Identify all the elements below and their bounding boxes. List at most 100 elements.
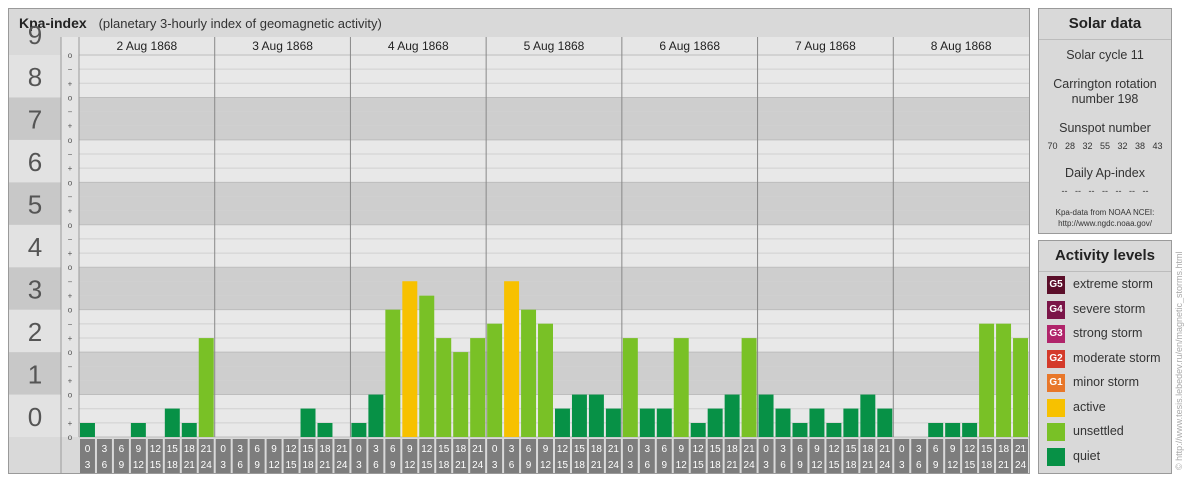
legend-swatch: G1 — [1047, 374, 1065, 392]
day-label: 7 Aug 1868 — [795, 39, 856, 53]
interval-end-label: 3 — [356, 460, 362, 471]
kp-bar — [826, 422, 842, 437]
kp-bar — [164, 408, 180, 437]
y-tick-label: 1 — [28, 359, 42, 389]
interval-start-label: 18 — [184, 444, 196, 455]
interval-start-label: 15 — [845, 444, 857, 455]
y-tick-label: 0 — [28, 402, 42, 432]
kp-bar — [504, 281, 520, 437]
interval-end-label: 9 — [661, 460, 667, 471]
sub-tick-label: o — [68, 263, 73, 272]
interval-end-label: 12 — [676, 460, 688, 471]
day-label: 8 Aug 1868 — [931, 39, 992, 53]
interval-end-label: 15 — [557, 460, 569, 471]
interval-start-label: 3 — [509, 444, 515, 455]
interval-start-label: 9 — [136, 444, 142, 455]
interval-end-label: 6 — [780, 460, 786, 471]
legend-label: unsettled — [1073, 424, 1124, 438]
watermark: © http://www.tesis.lebedev.ru/en/magneti… — [1174, 251, 1184, 470]
interval-end-label: 3 — [763, 460, 769, 471]
kp-bar — [962, 422, 978, 437]
interval-start-label: 0 — [85, 444, 91, 455]
interval-end-label: 9 — [119, 460, 125, 471]
interval-start-label: 21 — [744, 444, 756, 455]
kp-bar — [368, 394, 384, 437]
interval-start-label: 0 — [356, 444, 362, 455]
interval-end-label: 9 — [390, 460, 396, 471]
sub-tick-label: + — [68, 334, 73, 343]
interval-end-label: 24 — [879, 460, 891, 471]
sub-tick-label: − — [68, 192, 73, 201]
kp-bar — [571, 394, 587, 437]
interval-end-label: 18 — [710, 460, 722, 471]
kp-bar — [436, 338, 452, 437]
legend-label: strong storm — [1073, 326, 1143, 340]
kp-bar — [555, 408, 570, 437]
interval-start-label: 9 — [950, 444, 956, 455]
sub-tick-label: o — [68, 93, 73, 102]
interval-end-label: 18 — [438, 460, 450, 471]
sub-tick-label: − — [68, 405, 73, 414]
kp-bar — [979, 323, 995, 437]
interval-end-label: 21 — [862, 460, 874, 471]
interval-end-label: 6 — [645, 460, 651, 471]
interval-start-label: 12 — [421, 444, 433, 455]
interval-start-label: 0 — [628, 444, 634, 455]
y-tick-label: 2 — [28, 317, 42, 347]
interval-end-label: 6 — [916, 460, 922, 471]
interval-start-label: 9 — [407, 444, 413, 455]
interval-start-label: 15 — [710, 444, 722, 455]
legend-label: quiet — [1073, 448, 1101, 463]
sub-tick-label: − — [68, 320, 73, 329]
legend-swatch: G2 — [1047, 349, 1065, 368]
interval-start-label: 12 — [828, 444, 840, 455]
kpa-chart: 0123456789o+−o+−o+−o+−o+−o+−o+−o+−o+−o2 … — [9, 20, 1029, 473]
band-7 — [79, 97, 1029, 140]
sub-tick-label: + — [68, 292, 73, 301]
ap-index-label: Daily Ap-index — [1065, 166, 1145, 180]
interval-start-label: 3 — [780, 444, 786, 455]
interval-end-label: 24 — [201, 460, 213, 471]
day-label: 6 Aug 1868 — [659, 39, 720, 53]
interval-end-label: 18 — [167, 460, 179, 471]
interval-end-label: 18 — [845, 460, 857, 471]
interval-end-label: 18 — [574, 460, 586, 471]
interval-start-label: 21 — [608, 444, 620, 455]
sub-tick-label: + — [68, 79, 73, 88]
y-tick-label: 8 — [28, 62, 42, 92]
interval-start-label: 15 — [981, 444, 993, 455]
interval-end-label: 24 — [1015, 460, 1027, 471]
sub-tick-label: − — [68, 235, 73, 244]
kpa-chart-panel: Kpa-index (planetary 3-hourly index of g… — [8, 8, 1030, 474]
interval-end-label: 24 — [472, 460, 484, 471]
interval-end-label: 15 — [693, 460, 705, 471]
kp-bar — [181, 422, 197, 437]
kp-bar — [741, 338, 757, 437]
kp-bar — [707, 408, 723, 437]
kp-bar — [80, 422, 95, 437]
interval-start-label: 9 — [814, 444, 820, 455]
interval-start-label: 15 — [574, 444, 586, 455]
interval-start-label: 6 — [526, 444, 532, 455]
legend-swatch: G5 — [1047, 276, 1065, 294]
day-label: 4 Aug 1868 — [388, 39, 449, 53]
sub-tick-label: − — [68, 362, 73, 371]
band-4 — [79, 224, 1029, 268]
sub-tick-label: o — [68, 391, 73, 400]
sub-tick-label: o — [68, 51, 73, 60]
band-6 — [79, 139, 1029, 183]
carrington-line-2: number 198 — [1071, 92, 1139, 106]
interval-end-label: 12 — [947, 460, 959, 471]
sub-tick-label: + — [68, 249, 73, 258]
interval-end-label: 21 — [591, 460, 603, 471]
interval-end-label: 21 — [319, 460, 331, 471]
legend-label: moderate storm — [1073, 350, 1161, 365]
interval-end-label: 12 — [811, 460, 823, 471]
interval-start-label: 15 — [167, 444, 179, 455]
interval-end-label: 9 — [797, 460, 803, 471]
kp-bar — [622, 338, 638, 437]
interval-start-label: 9 — [543, 444, 549, 455]
interval-end-label: 21 — [184, 460, 196, 471]
interval-end-label: 12 — [133, 460, 145, 471]
kp-bar — [775, 408, 791, 437]
